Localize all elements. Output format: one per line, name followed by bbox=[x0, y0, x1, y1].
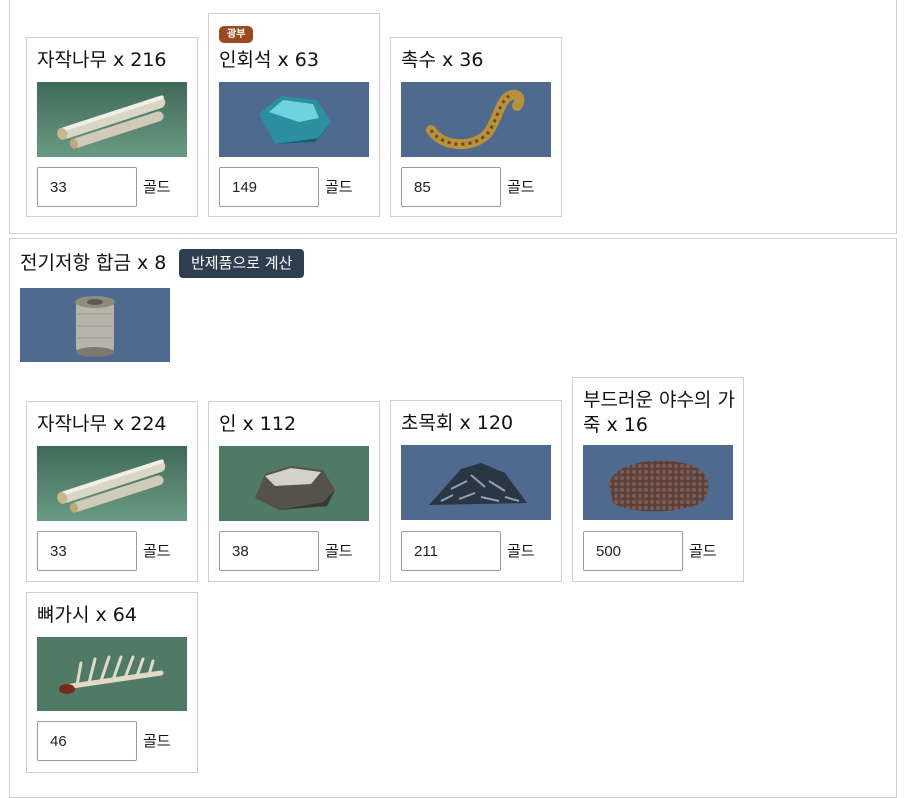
gold-unit-label: 골드 bbox=[507, 178, 535, 196]
material-name: 촉수 x 36 bbox=[401, 49, 484, 71]
price-input[interactable] bbox=[401, 531, 501, 571]
price-input[interactable] bbox=[219, 531, 319, 571]
material-name: 뼈가시 x 64 bbox=[37, 604, 137, 626]
material-card-tentacle: 촉수 x 36 골드 bbox=[390, 37, 562, 217]
material-name: 인 x 112 bbox=[219, 413, 297, 435]
miner-badge: 광부 bbox=[219, 26, 254, 43]
phosphorus-rock-icon bbox=[219, 446, 369, 521]
material-card-apatite: 광부 인회석 x 63 골드 bbox=[208, 13, 380, 217]
price-input[interactable] bbox=[401, 167, 501, 207]
material-card-phosphorus: 인 x 112 골드 bbox=[208, 401, 380, 582]
gold-unit-label: 골드 bbox=[325, 542, 353, 560]
material-name: 자작나무 x 216 bbox=[37, 49, 167, 71]
material-card-bone-spike: 뼈가시 x 64 골드 bbox=[26, 592, 198, 773]
material-name: 인회석 x 63 bbox=[219, 49, 319, 71]
calc-as-semi-product-button[interactable]: 반제품으로 계산 bbox=[179, 249, 305, 278]
material-name: 부드러운 야수의 가죽 x 16 bbox=[583, 389, 735, 436]
material-name: 초목회 x 120 bbox=[401, 412, 514, 434]
beast-leather-icon bbox=[583, 445, 733, 520]
alloy-recipe-section: 전기저항 합금 x 8 반제품으로 계산 자작나무 x 224 33 골드 인 … bbox=[9, 238, 897, 798]
material-card-birch: 자작나무 x 224 골드 bbox=[26, 401, 198, 582]
gold-unit-label: 골드 bbox=[689, 542, 717, 560]
material-card-plant-ash: 초목회 x 120 골드 bbox=[390, 400, 562, 582]
material-card-beast-leather: 부드러운 야수의 가죽 x 16 골드 bbox=[572, 377, 744, 582]
tentacle-icon bbox=[401, 82, 551, 157]
gold-unit-label: 골드 bbox=[325, 178, 353, 196]
plant-ash-icon bbox=[401, 445, 551, 520]
apatite-stone-icon bbox=[219, 82, 369, 157]
price-input[interactable] bbox=[583, 531, 683, 571]
material-card-birch: 자작나무 x 216 골드 bbox=[26, 37, 198, 217]
birch-wood-icon bbox=[37, 446, 187, 521]
wire-spool-icon bbox=[20, 288, 170, 362]
recipe-title: 전기저항 합금 x 8 bbox=[20, 252, 167, 274]
bone-spike-icon bbox=[37, 637, 187, 712]
price-input[interactable] bbox=[37, 721, 137, 761]
material-name: 자작나무 x 224 bbox=[37, 413, 167, 435]
price-input[interactable] bbox=[219, 167, 319, 207]
price-input[interactable] bbox=[37, 531, 137, 571]
gold-unit-label: 골드 bbox=[507, 542, 535, 560]
price-input[interactable] bbox=[37, 167, 137, 207]
birch-wood-icon bbox=[37, 82, 187, 157]
material-group-top: 자작나무 x 216 골드 광부 인회석 x 63 bbox=[9, 0, 897, 234]
gold-unit-label: 골드 bbox=[143, 542, 171, 560]
gold-unit-label: 골드 bbox=[143, 732, 171, 750]
gold-unit-label: 골드 bbox=[143, 178, 171, 196]
